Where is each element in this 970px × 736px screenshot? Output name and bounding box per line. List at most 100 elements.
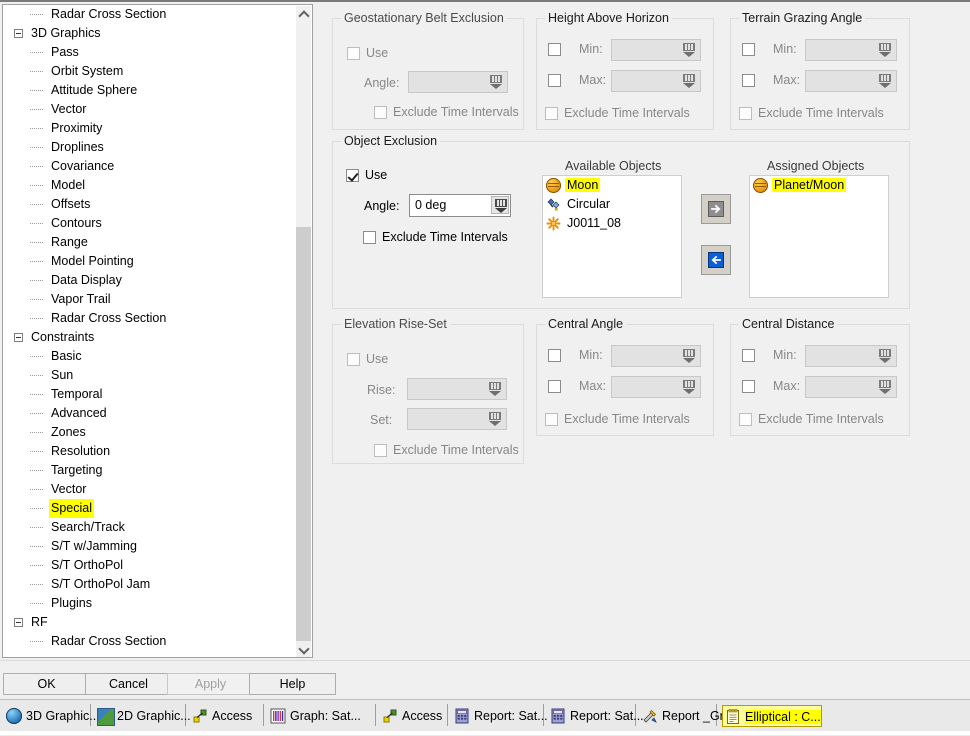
available-objects-list[interactable]: Moon Circular J0011_08	[542, 175, 682, 298]
tree-scrollbar[interactable]	[296, 6, 311, 657]
geo-belt-use-checkbox[interactable]	[347, 47, 360, 60]
cd-min-input[interactable]	[805, 345, 897, 367]
taskbar-item-2d-graphic[interactable]: 2D Graphic...	[95, 705, 191, 727]
hah-max-spinner[interactable]	[680, 72, 698, 90]
tree-item-constraints[interactable]: Constraints	[3, 328, 299, 347]
tree-item-radar-cross-section[interactable]: Radar Cross Section	[3, 309, 299, 328]
tree-item-covariance[interactable]: Covariance	[3, 157, 299, 176]
hah-min-spinner[interactable]	[680, 41, 698, 59]
ca-min-spinner[interactable]	[680, 347, 698, 365]
tree-expander-collapse-icon[interactable]	[14, 618, 23, 627]
tga-min-input[interactable]	[805, 39, 897, 61]
taskbar-item-report-sat[interactable]: Report: Sat...	[548, 705, 644, 727]
assigned-objects-list[interactable]: Planet/Moon	[749, 175, 889, 298]
hah-min-checkbox[interactable]	[548, 43, 561, 56]
tree-item-radar-cross-section[interactable]: Radar Cross Section	[3, 632, 299, 651]
tga-min-checkbox[interactable]	[742, 43, 755, 56]
tree-item-vector[interactable]: Vector	[3, 480, 299, 499]
apply-button[interactable]: Apply	[167, 673, 254, 695]
ca-min-input[interactable]	[611, 345, 701, 367]
ca-exclude-time-checkbox[interactable]	[545, 413, 558, 426]
geo-belt-exclude-time-checkbox[interactable]	[374, 106, 387, 119]
ers-use-checkbox[interactable]	[347, 353, 360, 366]
scroll-down-button[interactable]	[296, 641, 311, 657]
tree-item-s-t-orthopol-jam[interactable]: S/T OrthoPol Jam	[3, 575, 299, 594]
tga-min-spinner[interactable]	[876, 41, 894, 59]
taskbar-item-3d-graphic[interactable]: 3D Graphic...	[4, 705, 100, 727]
tree-item-targeting[interactable]: Targeting	[3, 461, 299, 480]
taskbar-item-report-sat[interactable]: Report: Sat...	[452, 705, 548, 727]
tga-exclude-time-checkbox[interactable]	[739, 107, 752, 120]
list-item[interactable]: Planet/Moon	[750, 176, 888, 195]
taskbar-item-elliptical-c[interactable]: Elliptical : C...	[722, 705, 822, 727]
hah-max-input[interactable]	[611, 70, 701, 92]
tree-item-basic[interactable]: Basic	[3, 347, 299, 366]
unassign-object-button[interactable]	[701, 245, 731, 275]
cd-min-spinner[interactable]	[876, 347, 894, 365]
tree-item-model[interactable]: Model	[3, 176, 299, 195]
ca-max-input[interactable]	[611, 376, 701, 398]
tree-item-vapor-trail[interactable]: Vapor Trail	[3, 290, 299, 309]
cd-min-checkbox[interactable]	[742, 349, 755, 362]
taskbar-item-graph-sat[interactable]: Graph: Sat...	[268, 705, 361, 727]
tree-item-pass[interactable]: Pass	[3, 43, 299, 62]
list-item[interactable]: J0011_08	[543, 214, 681, 233]
geo-belt-angle-spinner[interactable]	[487, 73, 505, 91]
hah-exclude-time-checkbox[interactable]	[545, 107, 558, 120]
tga-max-spinner[interactable]	[876, 72, 894, 90]
tree-item-data-display[interactable]: Data Display	[3, 271, 299, 290]
tree-item-contours[interactable]: Contours	[3, 214, 299, 233]
ers-rise-spinner[interactable]	[486, 380, 504, 398]
ers-rise-input[interactable]	[407, 378, 507, 400]
tree-item-plugins[interactable]: Plugins	[3, 594, 299, 613]
tree-item-droplines[interactable]: Droplines	[3, 138, 299, 157]
object-exclusion-angle-input[interactable]: 0 deg	[409, 194, 511, 217]
cd-exclude-time-checkbox[interactable]	[739, 413, 752, 426]
ers-set-input[interactable]	[407, 408, 507, 430]
tree-item-model-pointing[interactable]: Model Pointing	[3, 252, 299, 271]
hah-min-input[interactable]	[611, 39, 701, 61]
object-exclusion-exclude-time-checkbox[interactable]	[363, 231, 376, 244]
tree-expander-collapse-icon[interactable]	[14, 29, 23, 38]
tree-item-s-t-w-jamming[interactable]: S/T w/Jamming	[3, 537, 299, 556]
tree-item-vector[interactable]: Vector	[3, 100, 299, 119]
properties-tree[interactable]: Radar Cross Section 3D Graphics Pass Orbit …	[3, 5, 299, 657]
taskbar-item-access[interactable]: Access	[380, 705, 442, 727]
tree-item-advanced[interactable]: Advanced	[3, 404, 299, 423]
object-exclusion-angle-spinner[interactable]	[491, 196, 509, 214]
object-exclusion-use-checkbox[interactable]	[346, 169, 359, 182]
tree-item-rf[interactable]: RF	[3, 613, 299, 632]
cd-max-input[interactable]	[805, 376, 897, 398]
ers-exclude-time-checkbox[interactable]	[374, 444, 387, 457]
tree-item-attitude-sphere[interactable]: Attitude Sphere	[3, 81, 299, 100]
list-item[interactable]: Moon	[543, 176, 681, 195]
tree-item-3d-graphics[interactable]: 3D Graphics	[3, 24, 299, 43]
tree-scrollbar-thumb[interactable]	[296, 227, 311, 645]
list-item[interactable]: Circular	[543, 195, 681, 214]
tree-item-search-track[interactable]: Search/Track	[3, 518, 299, 537]
help-button[interactable]: Help	[249, 673, 336, 695]
ca-max-spinner[interactable]	[680, 378, 698, 396]
tga-max-input[interactable]	[805, 70, 897, 92]
tree-item-temporal[interactable]: Temporal	[3, 385, 299, 404]
tga-max-checkbox[interactable]	[742, 74, 755, 87]
cd-max-spinner[interactable]	[876, 378, 894, 396]
tree-item-radar-cross-section[interactable]: Radar Cross Section	[3, 5, 299, 24]
tree-item-special[interactable]: Special	[3, 499, 299, 518]
tree-item-proximity[interactable]: Proximity	[3, 119, 299, 138]
geo-belt-angle-input[interactable]	[408, 71, 508, 93]
tree-item-s-t-orthopol[interactable]: S/T OrthoPol	[3, 556, 299, 575]
tree-item-sun[interactable]: Sun	[3, 366, 299, 385]
hah-max-checkbox[interactable]	[548, 74, 561, 87]
taskbar-item-access[interactable]: Access	[190, 705, 252, 727]
tree-item-offsets[interactable]: Offsets	[3, 195, 299, 214]
tree-item-zones[interactable]: Zones	[3, 423, 299, 442]
ca-max-checkbox[interactable]	[548, 380, 561, 393]
tree-expander-collapse-icon[interactable]	[14, 333, 23, 342]
cd-max-checkbox[interactable]	[742, 380, 755, 393]
taskbar-item-report-gr[interactable]: Report _Gr...	[640, 705, 734, 727]
tree-item-orbit-system[interactable]: Orbit System	[3, 62, 299, 81]
properties-tree-panel[interactable]: Radar Cross Section 3D Graphics Pass Orbit …	[2, 4, 313, 658]
tree-item-range[interactable]: Range	[3, 233, 299, 252]
tree-item-resolution[interactable]: Resolution	[3, 442, 299, 461]
